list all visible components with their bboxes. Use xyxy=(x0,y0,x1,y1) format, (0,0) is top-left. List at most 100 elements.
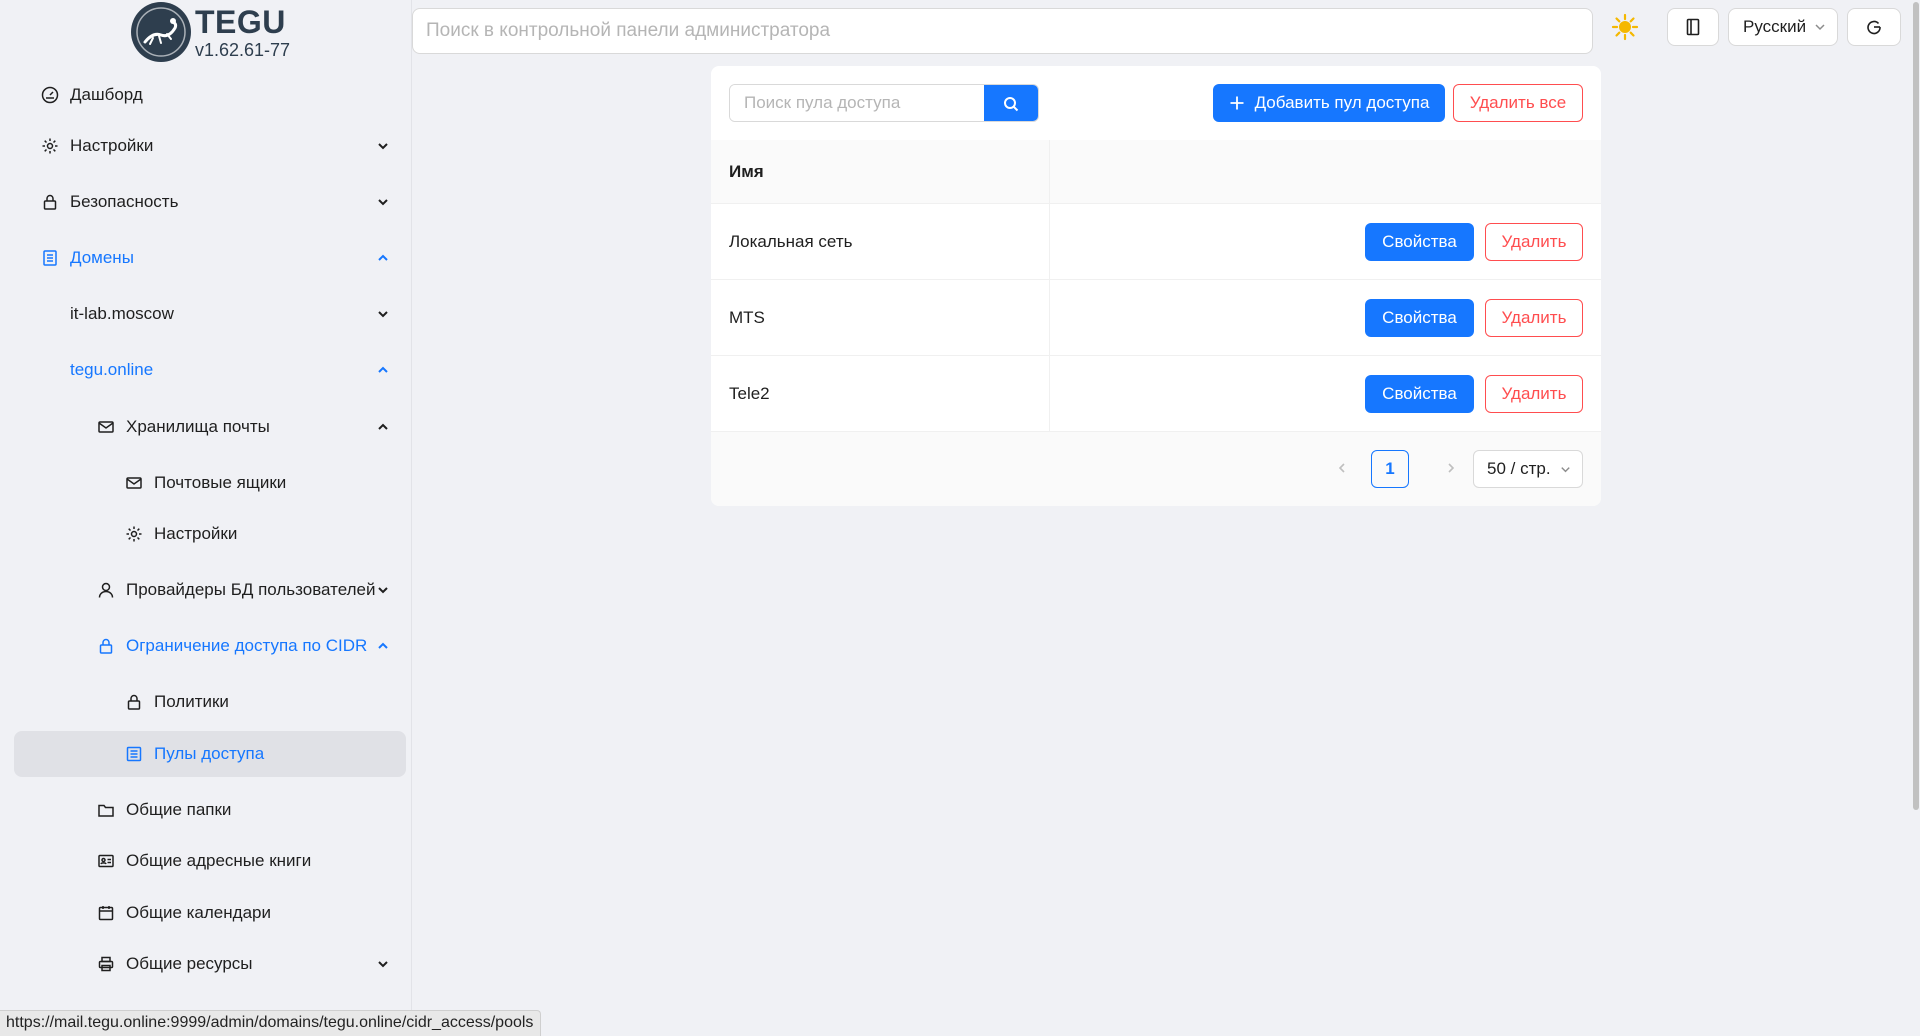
properties-button[interactable]: Свойства xyxy=(1365,223,1474,261)
page-size-value: 50 / стр. xyxy=(1487,459,1551,478)
addressbook-icon xyxy=(97,852,115,870)
sidebar-item-storage-settings[interactable]: Настройки xyxy=(14,511,406,557)
sidebar-item-mail-storage[interactable]: Хранилища почты xyxy=(14,404,406,450)
chevron-down-icon xyxy=(378,143,388,150)
sidebar-item-shared-folders[interactable]: Общие папки xyxy=(14,787,406,833)
delete-label: Удалить xyxy=(1501,384,1567,403)
pagination: 1 50 / стр. xyxy=(711,432,1601,506)
sidebar-item-access-pools[interactable]: Пулы доступа xyxy=(14,731,406,777)
sidebar-item-domain-tegu[interactable]: tegu.online xyxy=(14,347,406,393)
add-pool-label: Добавить пул доступа xyxy=(1254,93,1430,112)
sidebar-item-label: Общие папки xyxy=(126,800,232,819)
admin-search[interactable] xyxy=(412,8,1593,54)
chevron-down-icon xyxy=(378,961,388,968)
link-status-url: https://mail.tegu.online:9999/admin/doma… xyxy=(0,1010,542,1036)
sun-icon xyxy=(1611,13,1639,41)
next-page-button[interactable] xyxy=(1435,452,1467,484)
sidebar-item-label: Ограничение доступа по CIDR xyxy=(126,636,368,655)
sidebar-item-label: Настройки xyxy=(154,524,238,543)
sidebar-item-security[interactable]: Безопасность xyxy=(14,179,406,225)
sidebar-item-label: Пулы доступа xyxy=(154,744,265,763)
properties-button[interactable]: Свойства xyxy=(1365,375,1474,413)
chevron-left-icon xyxy=(1338,463,1345,473)
sidebar-item-shared-resources[interactable]: Общие ресурсы xyxy=(14,941,406,987)
pool-search-input[interactable] xyxy=(730,85,985,121)
delete-button[interactable]: Удалить xyxy=(1485,223,1583,261)
sidebar-item-mailboxes[interactable]: Почтовые ящики xyxy=(14,460,406,506)
properties-label: Свойства xyxy=(1382,384,1457,403)
sidebar-item-label: Общие адресные книги xyxy=(126,851,312,870)
sidebar-item-settings[interactable]: Настройки xyxy=(14,123,406,169)
delete-button[interactable]: Удалить xyxy=(1485,375,1583,413)
pool-icon xyxy=(125,745,143,763)
admin-search-input[interactable] xyxy=(426,20,1579,42)
sidebar-item-label: Общие календари xyxy=(126,903,271,922)
prev-page-button[interactable] xyxy=(1326,452,1358,484)
pool-name: Tele2 xyxy=(729,384,770,403)
calendar-icon xyxy=(97,904,115,922)
chevron-up-icon xyxy=(378,642,388,649)
plus-icon xyxy=(1230,96,1244,110)
sidebar-item-label: Домены xyxy=(70,248,134,267)
search-icon xyxy=(1004,97,1019,112)
pool-search xyxy=(729,84,1039,122)
delete-all-button[interactable]: Удалить все xyxy=(1453,84,1583,122)
app-name: TEGU xyxy=(195,3,286,40)
sidebar-item-label: tegu.online xyxy=(70,360,154,379)
table-header: Имя xyxy=(711,140,1601,204)
sidebar-item-label: Почтовые ящики xyxy=(154,473,287,492)
sidebar-item-domains[interactable]: Домены xyxy=(14,235,406,281)
delete-all-label: Удалить все xyxy=(1469,93,1567,112)
lock-icon xyxy=(97,637,115,655)
pool-name: Локальная сеть xyxy=(729,232,853,251)
pool-name: MTS xyxy=(729,308,765,327)
properties-button[interactable]: Свойства xyxy=(1365,299,1474,337)
delete-button[interactable]: Удалить xyxy=(1485,299,1583,337)
chevron-down-icon xyxy=(378,311,388,318)
sidebar-item-cidr-access[interactable]: Ограничение доступа по CIDR xyxy=(14,623,406,669)
logout-icon xyxy=(1867,20,1881,35)
table-row: Локальная сеть Свойства Удалить xyxy=(711,204,1601,280)
sidebar-item-shared-addressbooks[interactable]: Общие адресные книги xyxy=(14,838,406,884)
delete-label: Удалить xyxy=(1501,308,1567,327)
app-logo[interactable]: TEGU v1.62.61-77 xyxy=(131,2,290,62)
sidebar-item-dashboard[interactable]: Дашборд xyxy=(14,72,406,118)
user-icon xyxy=(97,581,115,599)
page-number-1[interactable]: 1 xyxy=(1371,450,1409,488)
logout-button[interactable] xyxy=(1847,8,1901,46)
chevron-down-icon xyxy=(1815,24,1825,31)
sidebar-item-shared-calendars[interactable]: Общие календари xyxy=(14,890,406,936)
sidebar-item-user-db-providers[interactable]: Провайдеры БД пользователей xyxy=(14,567,406,613)
chevron-right-icon xyxy=(1448,463,1455,473)
sidebar-item-policies[interactable]: Политики xyxy=(14,679,406,725)
properties-label: Свойства xyxy=(1382,308,1457,327)
sidebar-item-label: Дашборд xyxy=(70,85,143,104)
properties-label: Свойства xyxy=(1382,232,1457,251)
table-row: Tele2 Свойства Удалить xyxy=(711,356,1601,432)
mail-icon xyxy=(125,474,143,492)
printer-icon xyxy=(97,955,115,973)
gear-icon xyxy=(125,525,143,543)
chevron-up-icon xyxy=(378,423,388,430)
sidebar-item-label: Общие ресурсы xyxy=(126,954,253,973)
page-size-select[interactable]: 50 / стр. xyxy=(1473,450,1583,488)
sidebar-item-label: Политики xyxy=(154,692,229,711)
chevron-up-icon xyxy=(378,366,388,373)
mail-icon xyxy=(97,418,115,436)
scrollbar-thumb[interactable] xyxy=(1913,2,1919,810)
lock-icon xyxy=(125,693,143,711)
chevron-down-icon xyxy=(378,587,388,594)
sidebar-item-domain-itlab[interactable]: it-lab.moscow xyxy=(14,291,406,337)
language-select[interactable]: Русский xyxy=(1728,8,1838,46)
sidebar-item-label: Провайдеры БД пользователей xyxy=(126,580,376,599)
pool-search-button[interactable] xyxy=(984,85,1038,121)
docs-button[interactable] xyxy=(1667,8,1719,46)
sidebar-item-label: Хранилища почты xyxy=(126,417,270,436)
chevron-down-icon xyxy=(1561,466,1570,472)
theme-toggle-button[interactable] xyxy=(1608,10,1642,44)
tegu-logo-icon xyxy=(131,2,191,62)
add-pool-button[interactable]: Добавить пул доступа xyxy=(1213,84,1445,122)
sidebar-item-label: Безопасность xyxy=(70,192,179,211)
sidebar-item-label: it-lab.moscow xyxy=(70,304,174,323)
access-pools-card: Добавить пул доступа Удалить все Имя Лок… xyxy=(711,66,1601,506)
